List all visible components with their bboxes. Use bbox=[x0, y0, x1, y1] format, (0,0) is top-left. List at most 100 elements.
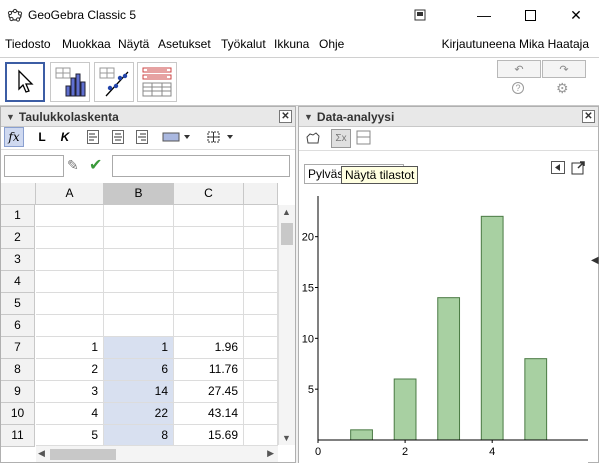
table-cell[interactable] bbox=[104, 315, 174, 337]
border-style-button[interactable] bbox=[205, 127, 239, 147]
table-cell[interactable] bbox=[36, 271, 104, 293]
scroll-right-icon[interactable]: ▶ bbox=[267, 448, 274, 459]
options-icon[interactable] bbox=[551, 161, 565, 174]
table-cell[interactable]: 15.69 bbox=[174, 425, 244, 447]
table-cell[interactable] bbox=[244, 315, 278, 337]
vertical-scrollbar[interactable]: ▲ ▼ bbox=[278, 205, 295, 445]
menu-help[interactable]: Ohje bbox=[319, 37, 344, 51]
scroll-up-icon[interactable]: ▲ bbox=[282, 207, 291, 217]
two-variable-regression-button[interactable] bbox=[94, 62, 134, 102]
row-header[interactable]: 11 bbox=[1, 425, 35, 447]
input-bar-toggle[interactable]: fx bbox=[4, 127, 24, 147]
row-header[interactable]: 4 bbox=[1, 271, 35, 293]
menu-window[interactable]: Ikkuna bbox=[274, 37, 309, 51]
close-spreadsheet-icon[interactable]: ✕ bbox=[279, 110, 292, 123]
table-cell[interactable]: 1 bbox=[36, 337, 104, 359]
table-cell[interactable]: 3 bbox=[36, 381, 104, 403]
menu-tools[interactable]: Työkalut bbox=[221, 37, 266, 51]
table-cell[interactable] bbox=[174, 249, 244, 271]
collapse-arrow-icon[interactable]: ◀ bbox=[591, 255, 599, 266]
table-cell[interactable] bbox=[36, 227, 104, 249]
undo-button[interactable]: ↶ bbox=[497, 60, 541, 78]
horizontal-scrollbar[interactable]: ◀ ▶ bbox=[36, 445, 278, 462]
table-cell[interactable]: 2 bbox=[36, 359, 104, 381]
menu-options[interactable]: Asetukset bbox=[158, 37, 211, 51]
table-cell[interactable] bbox=[174, 271, 244, 293]
row-header[interactable]: 1 bbox=[1, 205, 35, 227]
table-cell[interactable] bbox=[104, 227, 174, 249]
table-cell[interactable] bbox=[244, 249, 278, 271]
background-color-button[interactable] bbox=[160, 127, 194, 147]
row-header[interactable]: 10 bbox=[1, 403, 35, 425]
table-cell[interactable] bbox=[244, 271, 278, 293]
table-cell[interactable] bbox=[244, 227, 278, 249]
table-cell[interactable] bbox=[36, 293, 104, 315]
cell-name-field[interactable] bbox=[4, 155, 64, 177]
checkmark-icon[interactable]: ✔ bbox=[89, 155, 102, 175]
row-header[interactable]: 9 bbox=[1, 381, 35, 403]
table-cell[interactable]: 1.96 bbox=[174, 337, 244, 359]
table-cell[interactable] bbox=[174, 205, 244, 227]
grid-corner[interactable] bbox=[1, 183, 36, 205]
row-header[interactable]: 7 bbox=[1, 337, 35, 359]
menu-edit[interactable]: Muokkaa bbox=[62, 37, 111, 51]
table-cell[interactable]: 43.14 bbox=[174, 403, 244, 425]
bold-button[interactable]: L bbox=[33, 127, 51, 147]
table-cell[interactable] bbox=[244, 337, 278, 359]
table-cell[interactable] bbox=[244, 205, 278, 227]
menu-view[interactable]: Näytä bbox=[118, 37, 149, 51]
table-cell[interactable]: 6 bbox=[104, 359, 174, 381]
maximize-button[interactable] bbox=[507, 0, 553, 30]
table-cell[interactable] bbox=[174, 315, 244, 337]
table-cell[interactable] bbox=[244, 403, 278, 425]
scroll-down-icon[interactable]: ▼ bbox=[282, 433, 291, 443]
table-cell[interactable]: 22 bbox=[104, 403, 174, 425]
italic-button[interactable]: K bbox=[56, 127, 74, 147]
table-cell[interactable]: 4 bbox=[36, 403, 104, 425]
column-header-d[interactable] bbox=[244, 183, 278, 205]
show-data-icon[interactable] bbox=[356, 130, 372, 146]
table-cell[interactable] bbox=[104, 205, 174, 227]
row-header[interactable]: 6 bbox=[1, 315, 35, 337]
panel-menu-icon[interactable]: ▼ bbox=[304, 112, 313, 122]
table-cell[interactable] bbox=[244, 359, 278, 381]
align-left-icon[interactable] bbox=[84, 127, 102, 147]
formula-input[interactable] bbox=[112, 155, 290, 177]
table-cell[interactable] bbox=[104, 293, 174, 315]
row-header[interactable]: 5 bbox=[1, 293, 35, 315]
table-cell[interactable]: 27.45 bbox=[174, 381, 244, 403]
eraser-icon[interactable]: ✎ bbox=[67, 157, 79, 174]
one-variable-analysis-button[interactable] bbox=[50, 62, 90, 102]
minimize-button[interactable]: — bbox=[461, 0, 507, 30]
table-cell[interactable]: 14 bbox=[104, 381, 174, 403]
table-cell[interactable]: 11.76 bbox=[174, 359, 244, 381]
multiple-variable-analysis-button[interactable] bbox=[137, 62, 177, 102]
scroll-left-icon[interactable]: ◀ bbox=[38, 448, 45, 459]
export-icon[interactable] bbox=[571, 160, 586, 175]
table-cell[interactable] bbox=[36, 249, 104, 271]
table-cell[interactable] bbox=[36, 315, 104, 337]
table-cell[interactable] bbox=[104, 249, 174, 271]
table-cell[interactable] bbox=[174, 227, 244, 249]
table-cell[interactable]: 1 bbox=[104, 337, 174, 359]
table-cell[interactable] bbox=[244, 293, 278, 315]
table-cell[interactable] bbox=[174, 293, 244, 315]
data-source-icon[interactable] bbox=[305, 131, 323, 147]
gear-icon[interactable]: ⚙ bbox=[556, 80, 569, 97]
column-header-a[interactable]: A bbox=[36, 183, 104, 205]
redo-button[interactable]: ↷ bbox=[542, 60, 586, 78]
menu-file[interactable]: Tiedosto bbox=[5, 37, 51, 51]
show-statistics-button[interactable]: Σx bbox=[331, 129, 351, 148]
keyboard-icon[interactable] bbox=[397, 0, 443, 30]
row-header[interactable]: 2 bbox=[1, 227, 35, 249]
help-icon[interactable]: ? bbox=[512, 82, 524, 94]
align-right-icon[interactable] bbox=[133, 127, 151, 147]
column-header-c[interactable]: C bbox=[174, 183, 244, 205]
panel-menu-icon[interactable]: ▼ bbox=[6, 112, 15, 122]
close-button[interactable]: ✕ bbox=[553, 0, 599, 30]
table-cell[interactable] bbox=[104, 271, 174, 293]
table-cell[interactable]: 5 bbox=[36, 425, 104, 447]
move-tool-button[interactable] bbox=[5, 62, 45, 102]
row-header[interactable]: 8 bbox=[1, 359, 35, 381]
horizontal-scroll-thumb[interactable] bbox=[50, 449, 116, 460]
